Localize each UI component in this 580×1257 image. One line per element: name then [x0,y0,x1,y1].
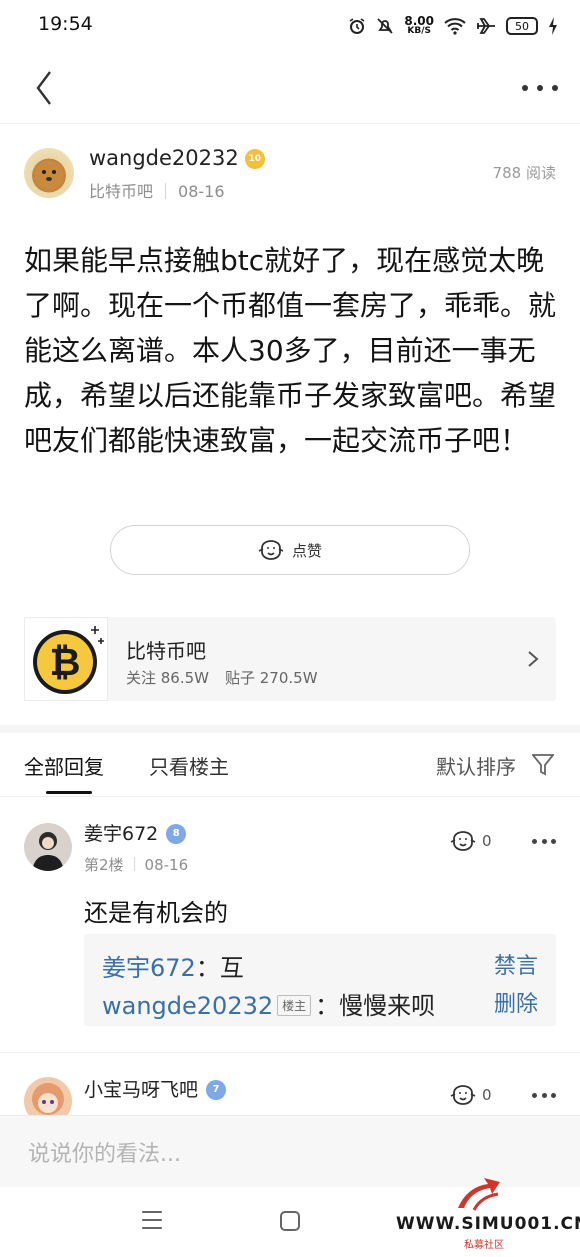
status-time: 19:54 [38,13,93,35]
anime-avatar-icon [32,1083,64,1115]
comment-input[interactable]: 说说你的看法... [28,1136,181,1168]
dog-avatar-icon [35,161,63,189]
watermark-logo-icon [458,1178,500,1211]
reply-like-button[interactable]: 0 [450,1084,492,1106]
level-badge: 10 [244,149,265,169]
reply-author[interactable]: 小宝马呀飞吧 7 [84,1075,227,1102]
reply-text: 还是有机会的 [84,899,228,927]
chevron-right-icon [528,651,539,667]
mute-icon [377,18,394,34]
reply-more-button[interactable] [532,1093,556,1099]
post-content: 如果能早点接触btc就好了，现在感觉太晚了啊。现在一个币都值一套房了，乖乖。就能… [24,244,557,457]
reply-like-button[interactable]: 0 [450,830,492,852]
read-count: 788 阅读 [492,164,556,182]
avatar[interactable] [24,148,74,198]
reply-date: 08-16 [144,856,189,874]
like-label: 点赞 [291,541,322,560]
chevron-left-icon [36,71,51,105]
bitcoin-logo: ₿ [24,617,108,701]
post-header: wangde20232 10 比特币吧 08-16 788 阅读 [0,140,580,210]
svg-text:₿: ₿ [50,640,81,684]
tab-owner-only[interactable]: 只看楼主 [149,751,229,780]
more-dots-icon [532,839,537,844]
like-button[interactable]: 点赞 [110,525,470,575]
bitcoin-icon: ₿ [33,626,104,694]
network-speed: 8.00 KB/S [404,14,434,36]
avatar[interactable] [24,823,72,871]
menu-icon [142,1211,162,1213]
mute-user-link[interactable]: 禁言 [494,948,538,980]
post-author[interactable]: wangde20232 10 [89,146,265,170]
sub-reply: 姜宇672：互 [102,954,244,982]
reply-like-count: 0 [482,1086,492,1104]
sort-dropdown[interactable]: 默认排序 [436,751,516,780]
more-options-button[interactable] [522,74,558,102]
home-button[interactable] [280,1211,300,1231]
charging-icon [549,17,557,35]
post-date: 08-16 [178,182,225,201]
owner-tag: 楼主 [277,995,312,1016]
reply-item: 小宝马呀飞吧 7 0 [0,1052,580,1115]
sub-reply-text: 互 [219,954,244,982]
reply-more-button[interactable] [532,839,556,845]
avatar[interactable] [24,1077,72,1115]
sub-reply: wangde20232 楼主 ：慢慢来呗 [102,992,436,1020]
active-tab-indicator [46,791,92,794]
recent-apps-button[interactable] [142,1211,162,1229]
forum-link[interactable]: 比特币吧 [89,182,153,201]
battery-indicator: 50 [506,17,538,35]
sub-replies: 姜宇672：互 禁言 wangde20232 楼主 ：慢慢来呗 删除 [84,934,556,1026]
more-dots-icon [532,1093,537,1098]
forum-followers: 关注 86.5W [126,669,209,687]
forum-stats: 关注 86.5W 贴子 270.5W [126,667,318,688]
level-badge: 8 [166,823,187,844]
sub-reply-text: 慢慢来呗 [339,992,436,1020]
forum-name: 比特币吧 [126,639,206,663]
watermark-sub: 私募社区 [464,1240,504,1251]
sub-reply-user[interactable]: wangde20232 [102,992,273,1020]
wifi-icon [444,18,466,35]
reply-author[interactable]: 姜宇672 8 [84,819,187,846]
site-watermark: WWW.SIMU001.CN 私募社区 [396,1172,580,1252]
level-badge: 7 [206,1079,227,1100]
thumbs-face-icon [450,831,476,851]
status-bar: 19:54 8.00 KB/S 50 [0,0,580,52]
person-avatar-icon [32,832,64,871]
forum-posts: 贴子 270.5W [225,669,318,687]
filter-icon[interactable] [532,753,554,777]
reply-tabs: 全部回复 只看楼主 默认排序 [0,733,580,797]
back-button[interactable] [26,66,66,110]
airplane-icon [477,18,495,34]
sub-reply-user[interactable]: 姜宇672 [102,954,196,982]
post-meta: 比特币吧 08-16 [89,178,225,202]
tab-all-replies[interactable]: 全部回复 [24,751,104,780]
forum-card[interactable]: ₿ 比特币吧 关注 86.5W 贴子 270.5W [24,617,556,701]
more-dots-icon [522,85,528,91]
status-icons: 8.00 KB/S 50 [348,12,558,40]
section-divider [0,725,580,733]
top-navigation [0,52,580,124]
thumbs-face-icon [450,1085,476,1105]
delete-link[interactable]: 删除 [494,986,538,1018]
watermark-site: WWW.SIMU001.CN [396,1214,580,1234]
thumbs-face-icon [258,540,284,560]
alarm-icon [349,18,365,34]
floor-number: 第2楼 [84,856,124,874]
reply-meta: 第2楼 08-16 [84,854,188,875]
reply-like-count: 0 [482,832,492,850]
